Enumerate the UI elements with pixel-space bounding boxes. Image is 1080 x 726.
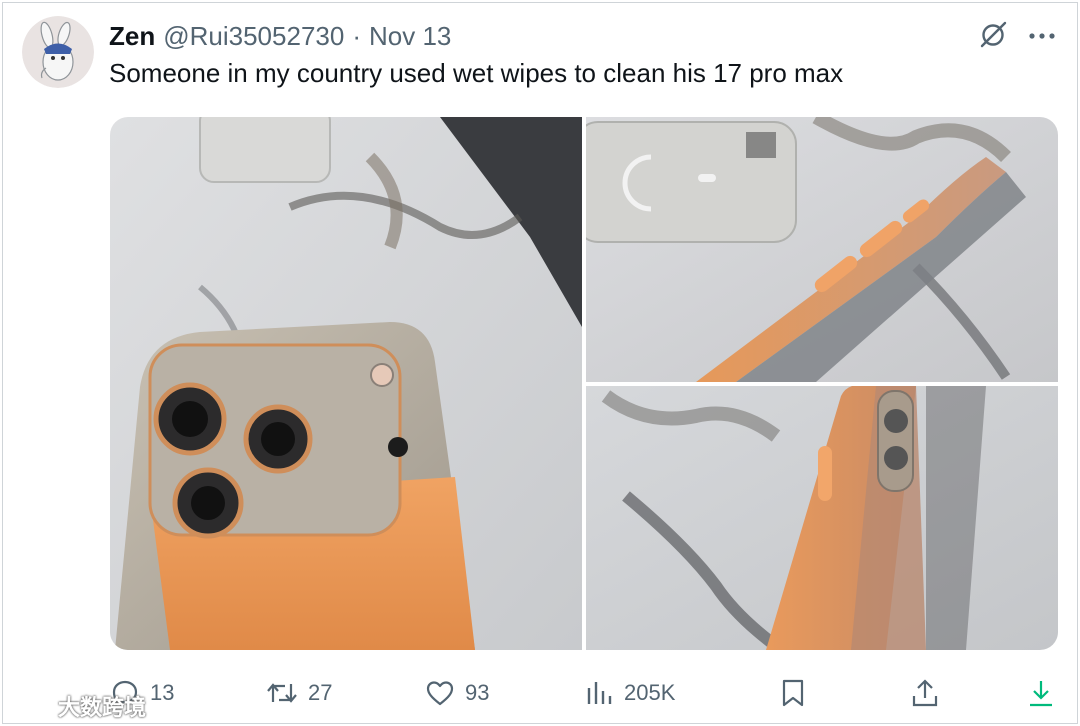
grok-button[interactable] [976, 20, 1010, 54]
tweet-text: Someone in my country used wet wipes to … [109, 58, 844, 88]
repost-count: 27 [308, 680, 333, 705]
bookmark-icon [779, 678, 807, 708]
photo-side-frame[interactable] [586, 386, 1058, 650]
avatar[interactable] [22, 16, 94, 88]
action-bar: 13 27 93 205K [0, 668, 1080, 718]
separator-dot: · [352, 20, 361, 51]
share-button[interactable] [910, 668, 940, 718]
like-count: 93 [465, 680, 490, 705]
download-icon [1026, 678, 1056, 708]
tweet-header: Zen @Rui35052730 · Nov 13 [109, 18, 451, 54]
photo-side-buttons[interactable] [586, 117, 1058, 382]
more-button[interactable] [1024, 20, 1060, 54]
photo-back-cameras[interactable] [110, 117, 582, 650]
bookmark-button[interactable] [779, 668, 807, 718]
watermark: 大数跨境 [6, 690, 146, 722]
views-count: 205K [624, 680, 676, 705]
like-button[interactable]: 93 [425, 668, 489, 718]
heart-icon [425, 678, 455, 708]
watermark-logo-icon [6, 691, 52, 721]
repost-icon [266, 678, 298, 708]
more-icon [1027, 28, 1057, 46]
reply-count: 13 [150, 680, 175, 705]
grok-icon [978, 20, 1008, 55]
media-grid [110, 117, 1058, 650]
watermark-text: 大数跨境 [58, 695, 147, 720]
author-handle[interactable]: @Rui35052730 [163, 21, 344, 52]
tweet-date[interactable]: Nov 13 [369, 21, 451, 52]
author-name[interactable]: Zen [109, 21, 155, 52]
download-button[interactable] [1026, 668, 1056, 718]
views-icon [586, 678, 614, 708]
share-icon [910, 678, 940, 708]
views-button[interactable]: 205K [586, 668, 675, 718]
repost-button[interactable]: 27 [266, 668, 332, 718]
